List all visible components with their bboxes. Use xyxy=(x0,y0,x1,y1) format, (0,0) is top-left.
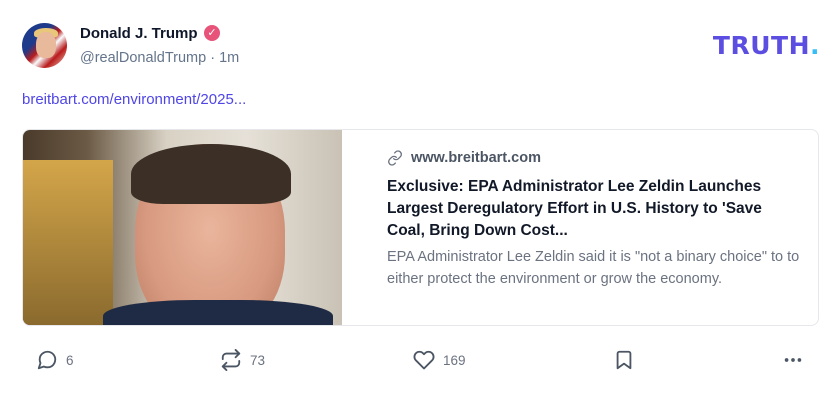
link-icon xyxy=(388,150,402,166)
verified-badge-icon: ✓ xyxy=(204,25,220,41)
author-meta: @realDonaldTrump · 1m xyxy=(80,50,239,66)
meta-separator: · xyxy=(210,50,220,66)
thumbnail-suit xyxy=(103,300,333,325)
avatar-face xyxy=(36,32,56,58)
author-handle[interactable]: @realDonaldTrump xyxy=(80,50,206,66)
thumbnail-background xyxy=(23,160,113,325)
retruth-count: 73 xyxy=(250,352,266,368)
author-display-name[interactable]: Donald J. Trump xyxy=(80,25,198,42)
post-time[interactable]: 1m xyxy=(219,50,239,66)
logo-dot: . xyxy=(810,31,820,60)
more-icon xyxy=(784,358,802,362)
card-description: EPA Administrator Lee Zeldin said it is … xyxy=(387,249,800,287)
logo-text: TRUTH xyxy=(712,31,810,60)
repost-icon xyxy=(221,349,241,371)
retruth-button[interactable]: 73 xyxy=(220,345,265,375)
card-source-row: www.breitbart.com xyxy=(387,148,796,168)
reply-button[interactable]: 6 xyxy=(36,345,74,375)
bookmark-button[interactable] xyxy=(613,345,635,375)
heart-icon xyxy=(413,350,435,370)
card-body: www.breitbart.com Exclusive: EPA Adminis… xyxy=(363,130,818,325)
post-url-link[interactable]: breitbart.com/environment/2025... xyxy=(22,91,246,108)
more-options-button[interactable] xyxy=(782,345,804,375)
like-count: 169 xyxy=(443,352,466,368)
card-thumbnail xyxy=(23,130,342,325)
thumbnail-hair xyxy=(131,144,291,204)
reply-count: 6 xyxy=(66,352,74,368)
post-actions: 6 73 169 xyxy=(0,345,840,375)
bookmark-icon xyxy=(616,350,632,370)
card-domain: www.breitbart.com xyxy=(411,150,541,166)
author-avatar[interactable] xyxy=(22,23,67,68)
card-title[interactable]: Exclusive: EPA Administrator Lee Zeldin … xyxy=(387,176,797,242)
truth-social-logo[interactable]: TRUTH. xyxy=(713,31,820,60)
like-button[interactable]: 169 xyxy=(413,345,466,375)
reply-icon xyxy=(37,350,57,370)
link-preview-card[interactable]: www.breitbart.com Exclusive: EPA Adminis… xyxy=(22,129,819,326)
